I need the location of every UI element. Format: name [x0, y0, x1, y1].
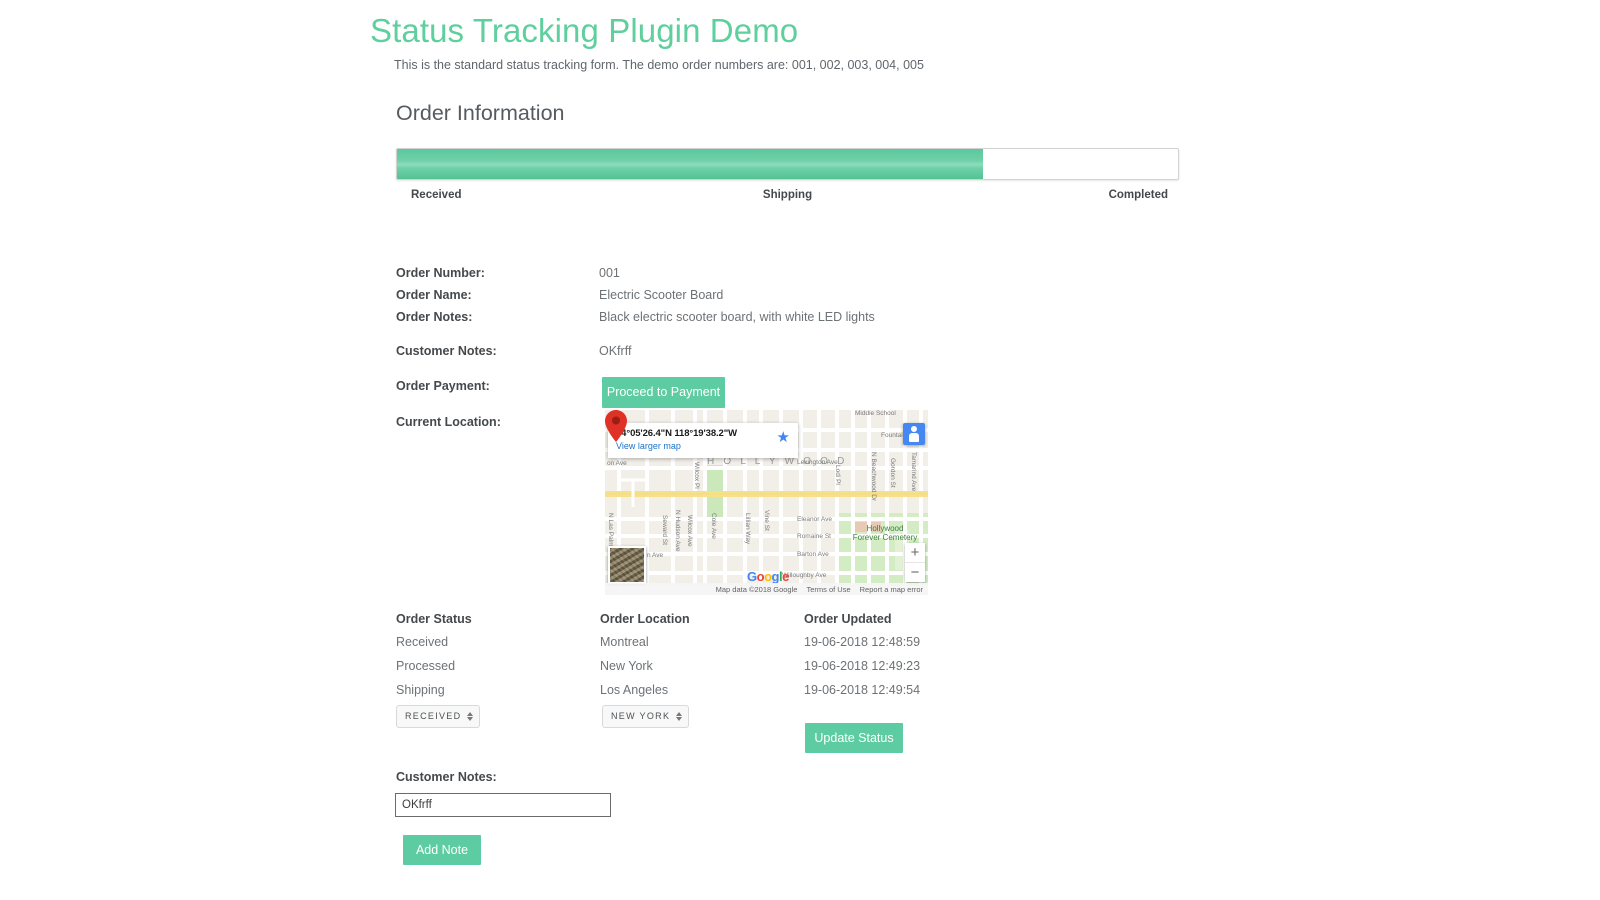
- table-row: Received: [396, 635, 449, 649]
- map-label-wilcox-ave: Wilcox Ave: [686, 515, 693, 547]
- label-order-payment: Order Payment:: [396, 379, 490, 393]
- google-logo-letter: o: [764, 569, 772, 584]
- table-header-order-location: Order Location: [600, 612, 690, 626]
- street-view-thumbnail[interactable]: [608, 546, 646, 584]
- map-label-gordon-st: Gordon St: [889, 458, 896, 488]
- map-label-tamarind-ave: Tamarind Ave: [910, 452, 917, 492]
- table-row: New York: [600, 659, 653, 673]
- map-label-middle-school: Middle School: [855, 410, 896, 417]
- map-label-on-ave: on Ave: [607, 460, 627, 467]
- pegman-icon[interactable]: [903, 423, 925, 445]
- update-status-button[interactable]: Update Status: [805, 723, 903, 753]
- table-row: Processed: [396, 659, 456, 673]
- map-label-barton-ave: Barton Ave: [797, 551, 829, 558]
- label-order-notes: Order Notes:: [396, 310, 473, 324]
- table-row: 19-06-2018 12:48:59: [804, 635, 921, 649]
- map-report-error-link[interactable]: Report a map error: [860, 585, 923, 594]
- google-logo-letter: g: [771, 569, 780, 584]
- value-order-notes: Black electric scooter board, with white…: [599, 310, 875, 324]
- save-star-icon[interactable]: ★: [777, 430, 790, 445]
- map-label-lodi-pl: Lodi Pl: [834, 465, 841, 485]
- page-root: Status Tracking Plugin Demo This is the …: [0, 0, 1600, 900]
- progress-step-received: Received: [411, 189, 462, 201]
- progress-step-completed: Completed: [1108, 189, 1168, 201]
- map-label-seward-st: Seward St: [661, 515, 668, 545]
- page-title: Status Tracking Plugin Demo: [370, 12, 799, 49]
- map-label-lillian-way: Lillian Way: [744, 513, 751, 545]
- google-logo: Google: [747, 570, 789, 583]
- label-order-number: Order Number:: [396, 266, 485, 280]
- table-header-order-status: Order Status: [396, 612, 472, 626]
- map-label-hollywood-forever-cemetery: Hollywood Forever Cemetery: [852, 524, 918, 543]
- map-attribution-bar: Map data ©2018 Google Terms of Use Repor…: [605, 583, 928, 595]
- order-progress-fill: [397, 149, 983, 179]
- order-progress-labels: Received Shipping Completed: [396, 189, 1179, 205]
- value-order-name: Electric Scooter Board: [599, 288, 724, 302]
- table-row: Los Angeles: [600, 683, 669, 697]
- map-label-n-beachwood-dr: N Beachwood Dr: [870, 452, 877, 502]
- map-label-wilcox-pl: Wilcox Pl: [693, 462, 700, 489]
- map-zoom-controls[interactable]: + −: [905, 543, 925, 582]
- google-logo-letter: o: [756, 569, 765, 584]
- value-customer-notes: OKfrff: [599, 344, 632, 358]
- progress-step-shipping: Shipping: [762, 189, 813, 201]
- map-terms-of-use-link[interactable]: Terms of Use: [806, 585, 850, 594]
- customer-notes-input[interactable]: [395, 793, 611, 817]
- google-logo-letter: e: [782, 569, 789, 584]
- label-order-name: Order Name:: [396, 288, 472, 302]
- label-customer-notes: Customer Notes:: [396, 344, 497, 358]
- map-label-vine-st: Vine St: [763, 510, 770, 531]
- order-location-select[interactable]: NEW YORK: [602, 705, 690, 728]
- view-larger-map-link[interactable]: View larger map: [616, 441, 790, 451]
- map-label-lexington-ave: Lexington Ave: [797, 459, 838, 466]
- current-location-map[interactable]: H O L L Y W O O D Fountain Ave Lexington…: [605, 410, 928, 595]
- map-label-cole-ave: Cole Ave: [710, 513, 717, 539]
- value-order-number: 001: [599, 266, 620, 280]
- map-label-eleanor-ave: Eleanor Ave: [797, 516, 832, 523]
- add-note-button[interactable]: Add Note: [403, 835, 481, 865]
- table-row: Montreal: [600, 635, 649, 649]
- map-info-box: 34°05'26.4"N 118°19'38.2"W View larger m…: [608, 423, 798, 458]
- order-progress-bar: [396, 148, 1179, 180]
- map-data-credit: Map data ©2018 Google: [715, 584, 798, 594]
- table-row: 19-06-2018 12:49:23: [804, 659, 921, 673]
- map-label-n-ave: n Ave: [647, 552, 664, 559]
- section-title-order-information: Order Information: [396, 101, 565, 125]
- table-row: Shipping: [396, 683, 445, 697]
- customer-notes-label: Customer Notes:: [396, 770, 497, 784]
- map-coordinates: 34°05'26.4"N 118°19'38.2"W: [616, 428, 737, 439]
- label-current-location: Current Location:: [396, 415, 501, 429]
- map-zoom-in-button[interactable]: +: [905, 543, 925, 563]
- google-logo-letter: G: [747, 569, 757, 584]
- map-zoom-out-button[interactable]: −: [905, 563, 925, 582]
- map-label-romaine-st: Romaine St: [797, 533, 831, 540]
- map-label-n-hudson-ave: N Hudson Ave: [674, 510, 681, 552]
- table-header-order-updated: Order Updated: [804, 612, 892, 626]
- order-status-select[interactable]: RECEIVED: [396, 705, 481, 728]
- table-row: 19-06-2018 12:49:54: [804, 683, 921, 697]
- page-subtitle: This is the standard status tracking for…: [394, 58, 924, 72]
- proceed-to-payment-button[interactable]: Proceed to Payment: [602, 377, 725, 408]
- map-location-pin-icon: [605, 410, 627, 442]
